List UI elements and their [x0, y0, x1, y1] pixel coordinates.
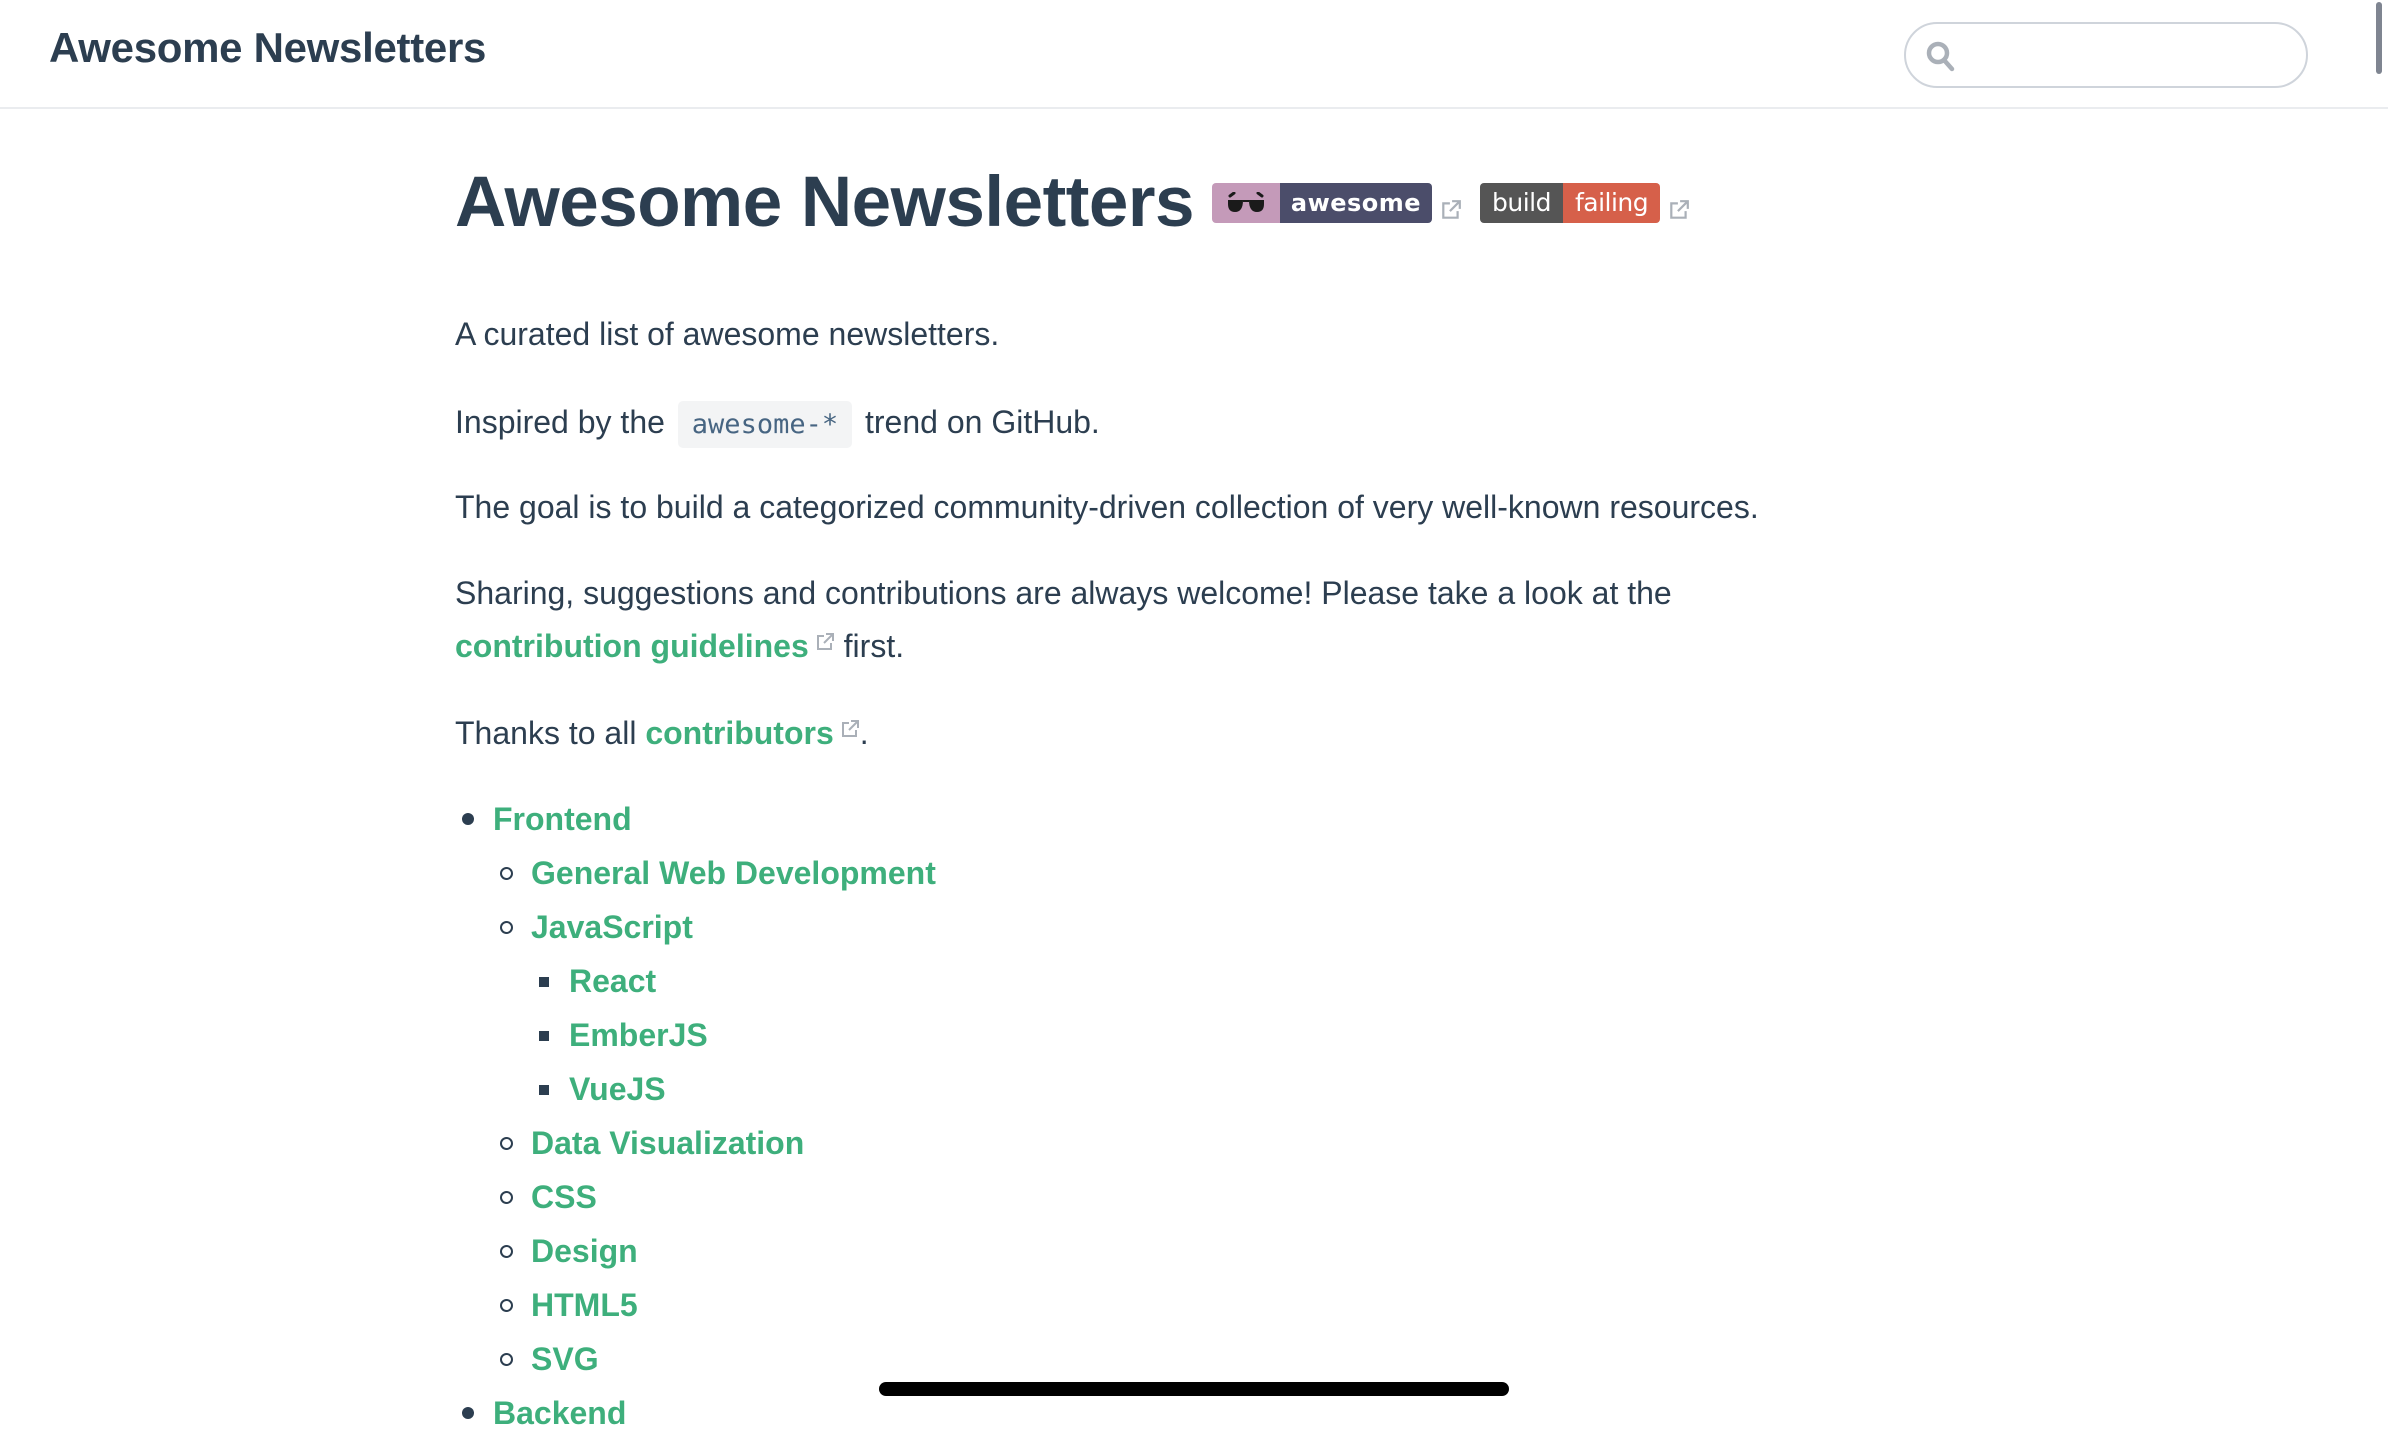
- table-of-contents: Frontend General Web Development JavaScr…: [455, 792, 936, 1440]
- external-link-icon: [1442, 200, 1461, 219]
- external-link-icon: [816, 632, 834, 650]
- toc-item: CSS: [500, 1170, 936, 1224]
- sharing-paragraph: Sharing, suggestions and contributions a…: [455, 567, 1672, 673]
- toc-link-design[interactable]: Design: [531, 1233, 638, 1269]
- external-link-icon: [1670, 200, 1690, 219]
- toc-link-backend[interactable]: Backend: [493, 1395, 626, 1431]
- contributors-link[interactable]: contributors: [645, 715, 833, 751]
- sharing-text-after: first.: [843, 628, 905, 664]
- circle-bullet-icon: [500, 867, 513, 880]
- page-title-text: Awesome Newsletters: [455, 163, 1194, 242]
- circle-bullet-icon: [500, 1299, 513, 1312]
- toc-item: SVG: [500, 1332, 936, 1386]
- toc-item: JavaScript React EmberJS VueJS: [500, 900, 936, 1116]
- toc-item: Design: [500, 1224, 936, 1278]
- search-input[interactable]: [1968, 30, 2292, 82]
- toc-link-css[interactable]: CSS: [531, 1179, 597, 1215]
- square-bullet-icon: [539, 1031, 549, 1041]
- badge-build-status: failing: [1562, 183, 1661, 223]
- toc-item: VueJS: [539, 1062, 936, 1116]
- navbar: Awesome Newsletters: [0, 0, 2388, 109]
- toc-item: HTML5: [500, 1278, 936, 1332]
- toc-item: EmberJS: [539, 1008, 936, 1062]
- build-status-badge-link[interactable]: build failing: [1479, 183, 1661, 223]
- toc-link-javascript[interactable]: JavaScript: [531, 909, 693, 945]
- thanks-paragraph: Thanks to all contributors.: [455, 707, 869, 760]
- goal-paragraph: The goal is to build a categorized commu…: [455, 489, 1759, 525]
- circle-bullet-icon: [500, 1137, 513, 1150]
- circle-bullet-icon: [500, 921, 513, 934]
- toc-item: Data Visualization: [500, 1116, 936, 1170]
- search-box[interactable]: [1904, 22, 2308, 88]
- inline-code: awesome-*: [677, 401, 853, 448]
- thanks-text-before: Thanks to all: [455, 715, 637, 751]
- external-link-icon: [841, 719, 859, 737]
- home-indicator[interactable]: [879, 1382, 1509, 1396]
- toc-link-vuejs[interactable]: VueJS: [569, 1071, 666, 1107]
- toc-link-emberjs[interactable]: EmberJS: [569, 1017, 708, 1053]
- toc-item: React: [539, 954, 936, 1008]
- toc-link-svg[interactable]: SVG: [531, 1341, 599, 1377]
- toc-link-react[interactable]: React: [569, 963, 656, 999]
- inspired-text-after: trend on GitHub.: [865, 404, 1100, 440]
- inspired-paragraph: Inspired by the awesome-* trend on GitHu…: [455, 396, 1100, 451]
- circle-bullet-icon: [500, 1191, 513, 1204]
- toc-item: General Web Development: [500, 846, 936, 900]
- toc-item-backend: Backend: [462, 1386, 936, 1440]
- disc-bullet-icon: [462, 1407, 474, 1419]
- square-bullet-icon: [539, 977, 549, 987]
- sharing-text: Sharing, suggestions and contributions a…: [455, 575, 1672, 611]
- contribution-guidelines-link[interactable]: contribution guidelines: [455, 628, 809, 664]
- sunglasses-icon: [1227, 192, 1264, 212]
- circle-bullet-icon: [500, 1245, 513, 1258]
- toc-link-general-web-development[interactable]: General Web Development: [531, 855, 936, 891]
- scrollbar-thumb[interactable]: [2376, 2, 2382, 74]
- inspired-text-before: Inspired by the: [455, 404, 665, 440]
- toc-item-frontend: Frontend General Web Development JavaScr…: [462, 792, 936, 1386]
- search-icon: [1926, 41, 1955, 72]
- badge-awesome-icon-section: [1211, 183, 1280, 223]
- circle-bullet-icon: [500, 1353, 513, 1366]
- square-bullet-icon: [539, 1085, 549, 1095]
- site-name-link[interactable]: Awesome Newsletters: [49, 24, 486, 72]
- toc-link-data-visualization[interactable]: Data Visualization: [531, 1125, 804, 1161]
- toc-link-frontend[interactable]: Frontend: [493, 801, 632, 837]
- thanks-text-after: .: [859, 715, 869, 751]
- badge-awesome-label: awesome: [1279, 183, 1432, 223]
- badge-build-label: build: [1479, 183, 1563, 223]
- toc-link-html5[interactable]: HTML5: [531, 1287, 638, 1323]
- page-title: Awesome Newsletters awesome build failin…: [455, 160, 1690, 246]
- awesome-badge-link[interactable]: awesome: [1211, 183, 1432, 223]
- disc-bullet-icon: [462, 813, 474, 825]
- intro-paragraph: A curated list of awesome newsletters.: [455, 316, 1000, 352]
